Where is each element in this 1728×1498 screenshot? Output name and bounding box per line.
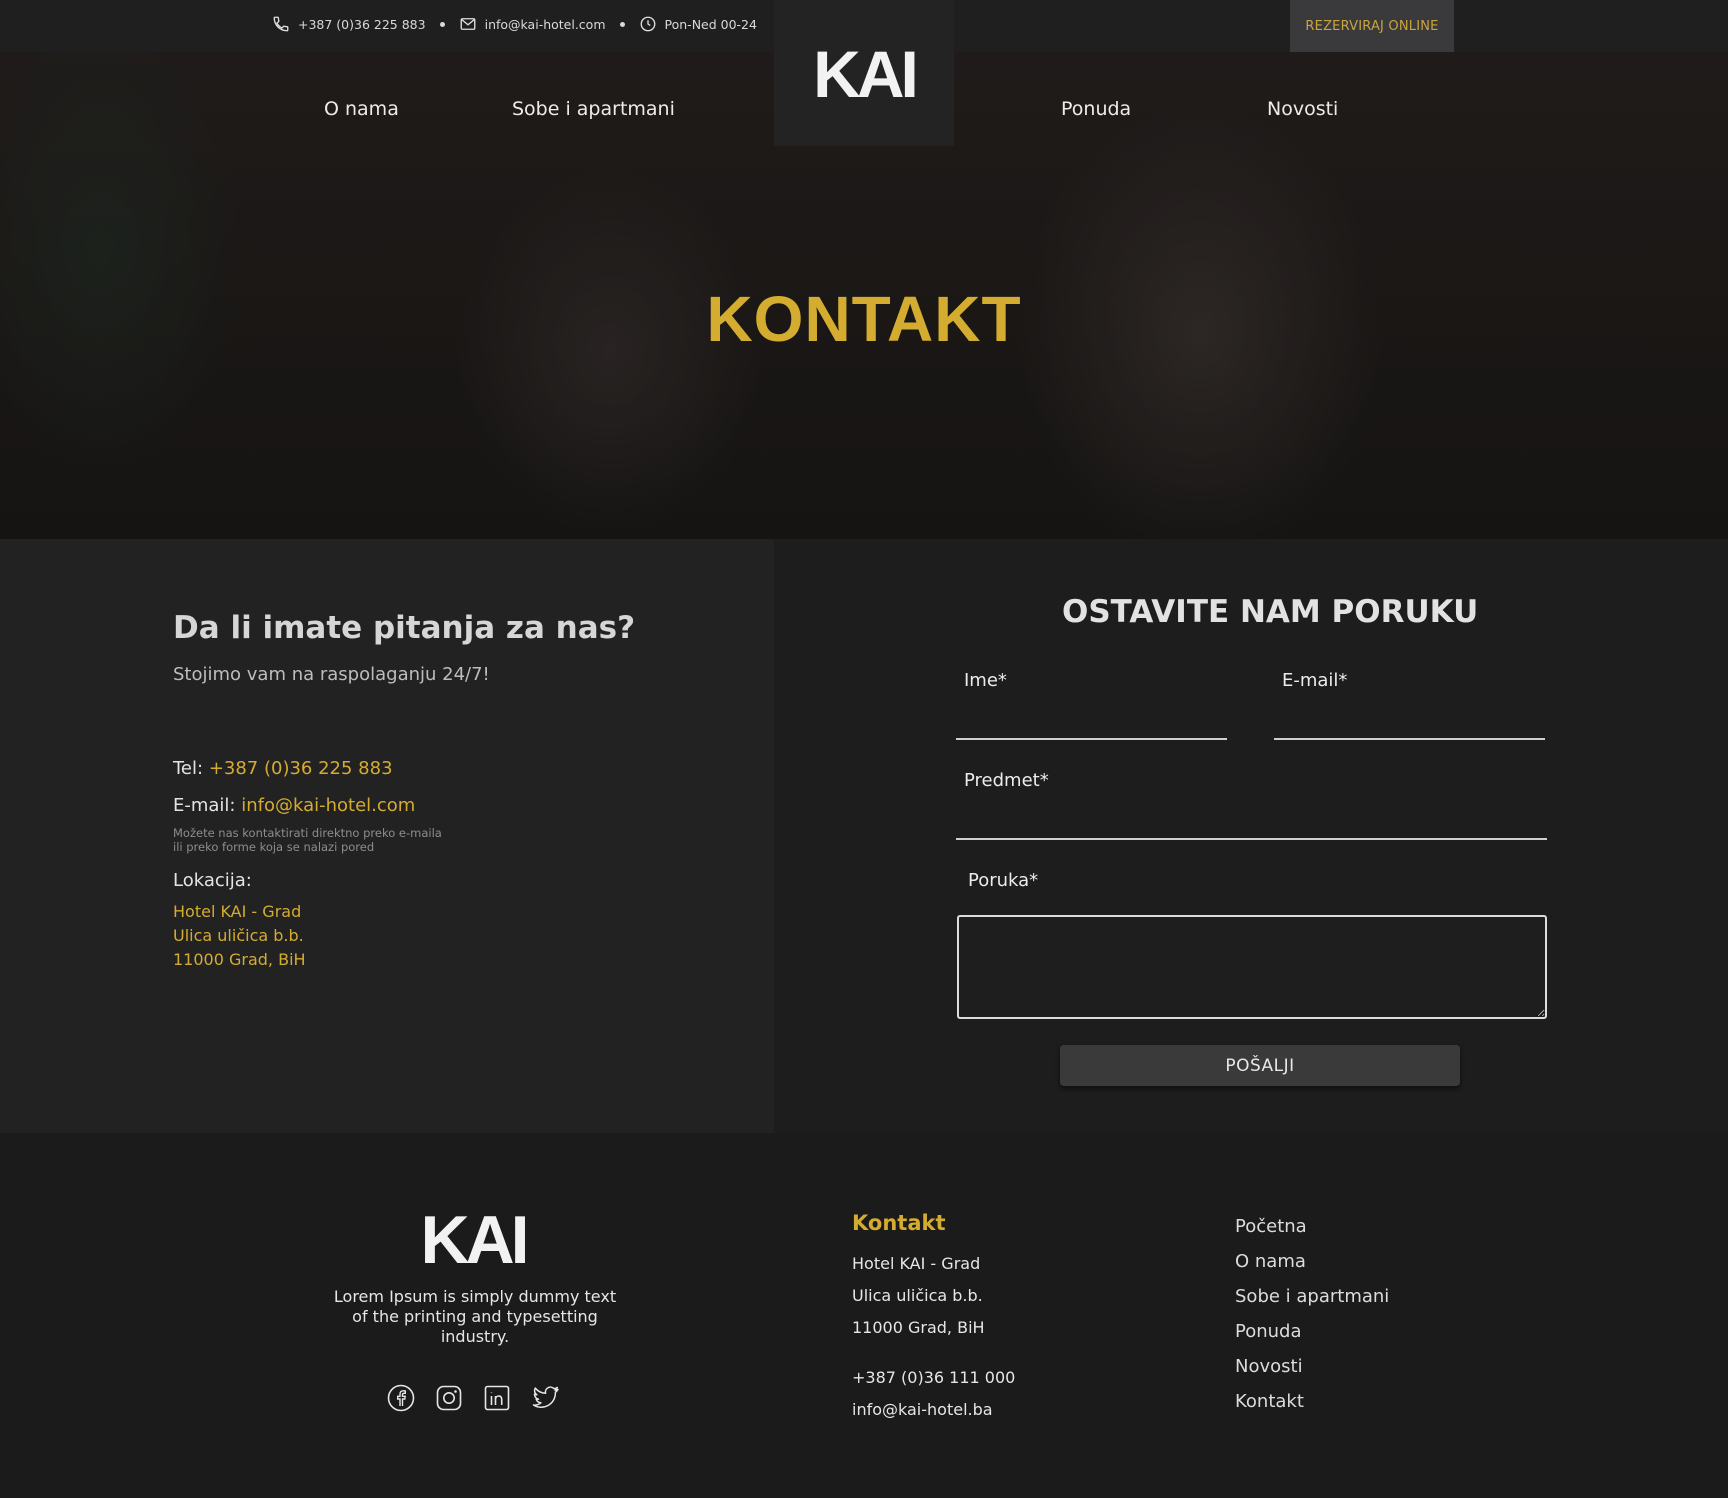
email-underline (1274, 738, 1545, 740)
tel-link[interactable]: +387 (0)36 225 883 (209, 758, 393, 779)
email-info: E-mail: info@kai-hotel.com (173, 795, 415, 816)
header-logo[interactable]: KAI (774, 0, 954, 146)
contact-subheading: Stojimo vam na raspolaganju 24/7! (173, 664, 490, 685)
location-label: Lokacija: (173, 870, 252, 891)
send-button[interactable]: POŠALJI (1060, 1045, 1460, 1086)
location-line: 11000 Grad, BiH (173, 950, 306, 969)
phone-info: Tel: +387 (0)36 225 883 (173, 758, 393, 779)
location-line: Hotel KAI - Grad (173, 902, 302, 921)
footer-logo[interactable]: KAI (420, 1202, 529, 1278)
footer-link-ponuda[interactable]: Ponuda (1235, 1321, 1302, 1342)
form-title: OSTAVITE NAM PORUKU (1062, 594, 1479, 630)
email-label: E-mail: (173, 795, 236, 816)
footer (0, 1133, 1728, 1498)
nav-item-novosti[interactable]: Novosti (1267, 98, 1338, 120)
separator-dot (439, 21, 445, 27)
name-input[interactable] (956, 700, 1226, 736)
top-hours: Pon-Ned 00-24 (664, 16, 757, 32)
clock-icon (639, 15, 657, 33)
email-field-label: E-mail* (1282, 670, 1348, 691)
twitter-icon[interactable] (531, 1383, 561, 1413)
footer-address-line: Ulica uličica b.b. (852, 1286, 983, 1305)
footer-contact-title: Kontakt (852, 1211, 946, 1235)
phone-icon (272, 15, 290, 33)
footer-link-o-nama[interactable]: O nama (1235, 1251, 1306, 1272)
top-phone[interactable]: +387 (0)36 225 883 (298, 17, 426, 32)
facebook-icon[interactable] (386, 1383, 416, 1413)
mail-icon (459, 15, 477, 33)
name-label: Ime* (964, 670, 1007, 691)
instagram-icon[interactable] (434, 1383, 464, 1413)
contact-note-line: ili preko forme koja se nalazi pored (173, 840, 375, 854)
contact-strip: +387 (0)36 225 883 info@kai-hotel.com Po… (272, 15, 757, 33)
reserve-online-button[interactable]: REZERVIRAJ ONLINE (1290, 0, 1454, 52)
footer-email[interactable]: info@kai-hotel.ba (852, 1400, 993, 1419)
footer-link-kontakt[interactable]: Kontakt (1235, 1391, 1304, 1412)
svg-text:KAI: KAI (420, 1208, 525, 1266)
page-title: KONTAKT (706, 283, 1022, 355)
footer-link-sobe[interactable]: Sobe i apartmani (1235, 1286, 1389, 1307)
nav-item-o-nama[interactable]: O nama (324, 98, 399, 120)
svg-text:KAI: KAI (813, 45, 915, 101)
footer-address-line: 11000 Grad, BiH (852, 1318, 985, 1337)
kai-logo-icon: KAI (813, 45, 917, 101)
footer-description: Lorem Ipsum is simply dummy text of the … (333, 1287, 617, 1346)
footer-address-line: Hotel KAI - Grad (852, 1254, 981, 1273)
subject-underline (956, 838, 1547, 840)
kai-logo-icon: KAI (420, 1202, 529, 1278)
message-textarea[interactable] (957, 915, 1547, 1019)
linkedin-icon[interactable] (482, 1383, 512, 1413)
email-link[interactable]: info@kai-hotel.com (241, 795, 415, 816)
message-label: Poruka* (968, 870, 1039, 891)
footer-phone[interactable]: +387 (0)36 111 000 (852, 1368, 1015, 1387)
email-field[interactable] (1274, 700, 1544, 736)
name-underline (956, 738, 1227, 740)
separator-dot (619, 21, 625, 27)
footer-link-novosti[interactable]: Novosti (1235, 1356, 1303, 1377)
contact-note-line: Možete nas kontaktirati direktno preko e… (173, 826, 442, 840)
tel-label: Tel: (173, 758, 204, 779)
nav-item-ponuda[interactable]: Ponuda (1061, 98, 1131, 120)
contact-note: Možete nas kontaktirati direktno preko e… (173, 826, 493, 854)
footer-link-pocetna[interactable]: Početna (1235, 1216, 1307, 1237)
subject-input[interactable] (956, 800, 1546, 836)
location-line: Ulica uličica b.b. (173, 926, 304, 945)
contact-heading: Da li imate pitanja za nas? (173, 610, 636, 646)
subject-label: Predmet* (964, 770, 1049, 791)
top-email[interactable]: info@kai-hotel.com (485, 17, 606, 32)
nav-item-sobe[interactable]: Sobe i apartmani (512, 98, 675, 120)
